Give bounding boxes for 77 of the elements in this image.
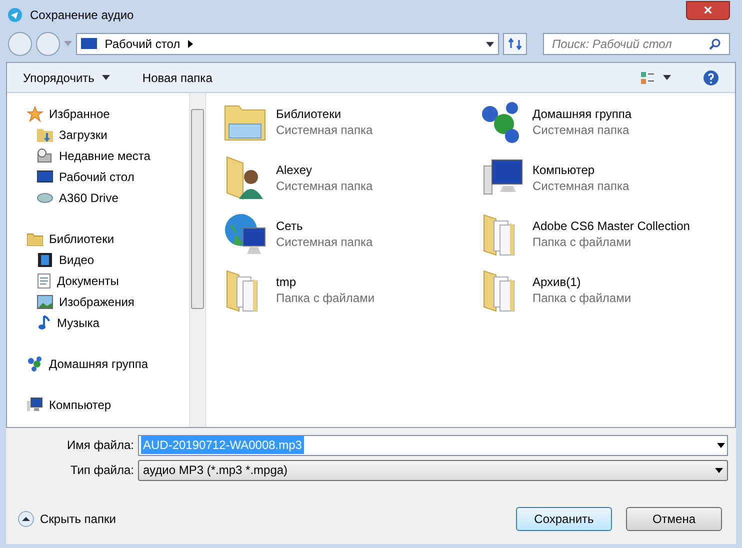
close-button[interactable]: × bbox=[686, 0, 730, 20]
item-type: Системная папка bbox=[276, 234, 373, 250]
item-name: Библиотеки bbox=[276, 106, 342, 122]
item-type: Папка с файлами bbox=[532, 290, 632, 306]
item-name: Adobe CS6 Master Collection bbox=[532, 218, 690, 234]
file-item[interactable]: Архив(1) Папка с файлами bbox=[478, 267, 735, 313]
organize-button[interactable]: Упорядочить bbox=[23, 68, 110, 86]
film-icon bbox=[37, 252, 53, 268]
desktop-icon bbox=[80, 38, 97, 50]
sidebar-item[interactable]: Домашняя группа bbox=[27, 353, 189, 374]
scrollbar[interactable] bbox=[189, 93, 205, 427]
item-type: Папка с файлами bbox=[276, 290, 375, 306]
new-folder-button[interactable]: Новая папка bbox=[142, 68, 212, 86]
desktop-icon bbox=[37, 170, 53, 184]
view-options-icon[interactable] bbox=[641, 72, 671, 84]
file-item[interactable]: Сеть Системная папка bbox=[222, 211, 478, 257]
search-field[interactable]: Поиск: Рабочий стол bbox=[542, 33, 730, 55]
sidebar-item[interactable]: Недавние места bbox=[27, 145, 189, 166]
hide-folders-button[interactable]: Скрыть папки bbox=[18, 510, 116, 528]
sidebar-item[interactable]: Избранное bbox=[27, 103, 189, 124]
search-icon bbox=[708, 38, 721, 50]
sidebar-item[interactable]: Загрузки bbox=[27, 124, 189, 145]
dropdown-icon[interactable] bbox=[717, 442, 725, 448]
file-name-value: AUD-20190712-WA0008.mp3 bbox=[141, 436, 304, 454]
file-item[interactable]: tmp Папка с файлами bbox=[222, 267, 478, 313]
file-type-label: Тип файла: bbox=[69, 462, 134, 479]
refresh-icon bbox=[508, 38, 522, 50]
file-item[interactable]: Компьютер Системная папка bbox=[478, 155, 735, 201]
item-name: tmp bbox=[276, 274, 298, 290]
help-icon[interactable] bbox=[703, 70, 719, 86]
download-folder-icon bbox=[37, 126, 53, 142]
dialog-button[interactable]: Отмена bbox=[626, 507, 722, 531]
file-item[interactable]: Adobe CS6 Master Collection Папка с файлами bbox=[478, 211, 735, 257]
homegroup-icon bbox=[27, 356, 43, 372]
file-item[interactable]: Библиотеки Системная папка bbox=[222, 99, 478, 145]
dropdown-icon[interactable] bbox=[486, 42, 494, 46]
item-type: Системная папка bbox=[276, 122, 373, 138]
star-icon bbox=[27, 106, 43, 122]
address-bar[interactable]: Рабочий стол bbox=[76, 33, 500, 55]
item-name: Сеть bbox=[276, 218, 304, 234]
item-name: Компьютер bbox=[532, 162, 596, 178]
chevron-icon[interactable] bbox=[188, 40, 194, 48]
music-note-icon bbox=[37, 314, 51, 330]
collapse-icon bbox=[18, 511, 34, 527]
document-icon bbox=[37, 272, 51, 288]
window-title: Сохранение аудио bbox=[30, 7, 134, 24]
sidebar-item[interactable]: Музыка bbox=[27, 312, 189, 333]
sidebar-item[interactable]: Библиотеки bbox=[27, 228, 189, 249]
sidebar-item[interactable]: Компьютер bbox=[27, 394, 189, 415]
caret-icon bbox=[102, 75, 110, 80]
dropdown-icon bbox=[715, 468, 723, 472]
app-logo-icon bbox=[8, 8, 22, 22]
item-type: Системная папка bbox=[532, 178, 630, 194]
file-item[interactable]: Alexey Системная папка bbox=[222, 155, 478, 201]
file-type-dropdown[interactable]: аудио MP3 (*.mp3 *.mpga) bbox=[138, 460, 728, 480]
library-folder-icon bbox=[27, 232, 43, 246]
item-name: Архив(1) bbox=[532, 274, 582, 290]
file-item[interactable]: Домашняя группа Системная папка bbox=[478, 99, 735, 145]
sidebar-item[interactable]: Рабочий стол bbox=[27, 166, 189, 187]
sidebar-item[interactable]: Изображения bbox=[27, 291, 189, 312]
item-type: Системная папка bbox=[276, 178, 373, 194]
sidebar-item[interactable]: Документы bbox=[27, 270, 189, 291]
sidebar-item[interactable]: A360 Drive bbox=[27, 187, 189, 208]
computer-icon bbox=[27, 396, 43, 412]
search-input[interactable]: Поиск: Рабочий стол bbox=[552, 35, 709, 53]
item-name: Домашняя группа bbox=[532, 106, 632, 122]
picture-icon bbox=[37, 294, 53, 308]
refresh-button[interactable] bbox=[503, 33, 528, 55]
address-path: Рабочий стол bbox=[104, 36, 180, 53]
dialog-button[interactable]: Сохранить bbox=[516, 507, 612, 531]
item-type: Папка с файлами bbox=[532, 234, 632, 250]
sidebar-item[interactable]: Видео bbox=[27, 249, 189, 270]
item-name: Alexey bbox=[276, 162, 314, 178]
item-type: Системная папка bbox=[532, 122, 630, 138]
globe-monitor-icon bbox=[223, 212, 267, 256]
scrollbar-thumb[interactable] bbox=[191, 109, 204, 309]
file-name-label: Имя файла: bbox=[66, 437, 134, 454]
